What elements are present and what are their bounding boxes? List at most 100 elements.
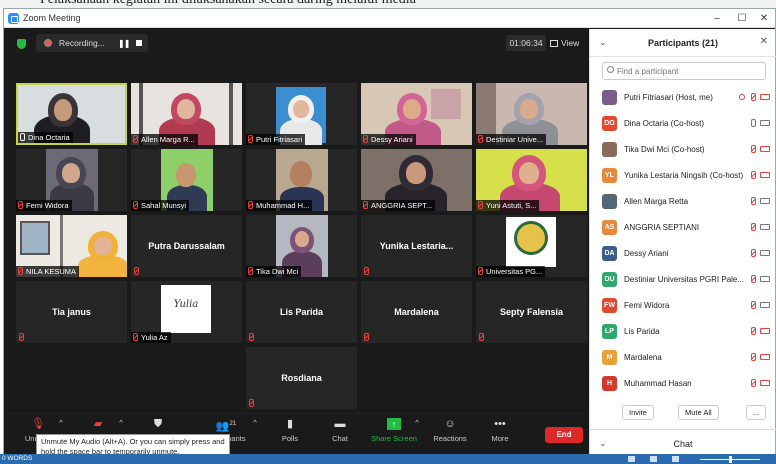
video-tile[interactable]: Sahal Munsyi [131,149,242,211]
title-bar: Zoom Meeting – ☐ ✕ [4,9,775,28]
participant-name-tag: NILA KESUMA [16,266,80,277]
participant-row[interactable]: Putri Fitriasari (Host, me) [590,85,776,111]
panel-header: ⌄ Participants (21) ✕ [590,29,776,57]
smiley-plus-icon: ☺ [444,418,456,430]
polls-button[interactable]: ▮ Polls [262,418,318,443]
video-tile[interactable]: Mardalena [361,281,472,343]
video-tile[interactable]: Allen Marga R... [131,83,242,145]
avatar [602,194,617,209]
word-count: 0 WORDS [2,455,33,462]
video-off-icon [760,94,770,100]
search-icon [607,66,614,73]
participant-row[interactable]: H Muhammad Hasan [590,371,776,397]
security-button[interactable]: ⛊ [130,418,186,434]
muted-microphone-icon [19,333,24,341]
invite-button[interactable]: Invite [622,405,654,420]
video-tile[interactable]: Yunika Lestaria... [361,215,472,277]
participant-name-tag: ANGGRIA SEPT... [361,200,436,211]
more-options-button[interactable]: ... [746,405,767,420]
participant-row[interactable]: FW Femi Widora [590,293,776,319]
participants-options-chevron-icon[interactable]: ^ [250,418,260,427]
participant-name-tag: Destiniar Unive... [476,134,547,145]
participant-name: Destiniar Universitas PGRI Pale... [624,275,745,284]
muted-microphone-icon [248,201,253,209]
encryption-shield-icon[interactable] [17,39,26,49]
audio-options-chevron-icon[interactable]: ^ [56,418,66,427]
pause-recording-button[interactable]: ❚❚ [118,39,130,48]
participant-name: Tika Dwi Mci (Co-host) [624,145,705,154]
gallery-grid-icon [550,40,558,47]
microphone-icon [751,119,756,127]
print-layout-icon[interactable] [650,456,657,462]
video-tile[interactable]: Dina Octaria [16,83,127,145]
video-tile[interactable]: Femi Widora [16,149,127,211]
participant-row[interactable]: DU Destiniar Universitas PGRI Pale... [590,267,776,293]
muted-microphone-icon [751,327,756,335]
end-meeting-button[interactable]: End [545,427,583,443]
participant-row[interactable]: AS ANGGRIA SEPTIANI [590,215,776,241]
close-button[interactable]: ✕ [754,11,774,26]
avatar: H [602,376,617,391]
view-button[interactable]: View [550,35,586,51]
video-tile[interactable]: Putra Darussalam [131,215,242,277]
share-arrow-icon: ↑ [387,418,401,430]
video-tile[interactable]: Destiniar Unive... [476,83,587,145]
muted-microphone-icon [364,267,369,275]
participant-name: Tia janus [52,307,91,317]
video-options-chevron-icon[interactable]: ^ [116,418,126,427]
participant-search[interactable] [602,62,766,80]
video-tile[interactable]: Universitas PG... [476,215,587,277]
reactions-button[interactable]: ☺ Reactions [422,418,478,443]
web-layout-icon[interactable] [672,456,679,462]
video-tile[interactable]: Rosdiana [246,347,357,409]
ellipsis-icon: ••• [494,418,506,430]
video-icon [760,120,770,126]
muted-microphone-icon [133,333,138,341]
participant-row[interactable]: YL Yunika Lestaria Ningsih (Co-host) [590,163,776,189]
participant-name-tag: Dina Octaria [18,132,73,143]
participant-row[interactable]: DA Dessy Ariani [590,241,776,267]
search-input[interactable] [617,65,757,77]
mute-all-button[interactable]: Mute All [678,405,719,420]
participant-row[interactable]: M Mardalena [590,345,776,371]
video-tile[interactable]: Yulia Yulia Az [131,281,242,343]
video-tile[interactable]: ANGGRIA SEPT... [361,149,472,211]
read-mode-icon[interactable] [628,456,635,462]
muted-microphone-icon [248,267,253,275]
video-tile[interactable]: NILA KESUMA [16,215,127,277]
video-off-icon [760,380,770,386]
maximize-button[interactable]: ☐ [732,11,752,26]
video-tile[interactable]: Muhammad H... [246,149,357,211]
video-tile[interactable]: Putri Fitriasari [246,83,357,145]
close-panel-icon[interactable]: ✕ [760,36,768,47]
zoom-slider-handle[interactable] [729,456,732,463]
participant-name: Muhammad Hasan [624,379,692,388]
muted-microphone-icon [248,135,253,143]
video-tile[interactable]: Lis Parida [246,281,357,343]
chat-button[interactable]: ▬ Chat [312,418,368,443]
participant-row[interactable]: Allen Marga Retta [590,189,776,215]
participant-row[interactable]: DO Dina Octaria (Co-host) [590,111,776,137]
participant-list: Putri Fitriasari (Host, me) DO Dina Octa… [590,85,776,397]
participant-name: Lis Parida [279,307,324,317]
avatar [602,142,617,157]
more-button[interactable]: ••• More [472,418,528,443]
video-tile[interactable]: Tika Dwi Mci [246,215,357,277]
participant-name: Rosdiana [281,373,322,383]
bar-chart-icon: ▮ [286,418,294,430]
video-tile[interactable]: Yuni Astuti, S... [476,149,587,211]
share-options-chevron-icon[interactable]: ^ [412,418,422,427]
chat-header[interactable]: ⌄ Chat [590,429,776,455]
minimize-button[interactable]: – [707,11,727,26]
video-tile[interactable]: Septy Falensia [476,281,587,343]
video-tile[interactable]: Dessy Ariani [361,83,472,145]
stop-recording-button[interactable] [136,40,142,46]
participant-name-tag: Universitas PG... [476,266,546,277]
participant-row[interactable]: Tika Dwi Mci (Co-host) [590,137,776,163]
video-tile[interactable]: Tia janus [16,281,127,343]
muted-microphone-icon [751,171,756,179]
participant-name: Putra Darussalam [148,241,225,251]
avatar: AS [602,220,617,235]
avatar: LP [602,324,617,339]
participant-row[interactable]: LP Lis Parida [590,319,776,345]
